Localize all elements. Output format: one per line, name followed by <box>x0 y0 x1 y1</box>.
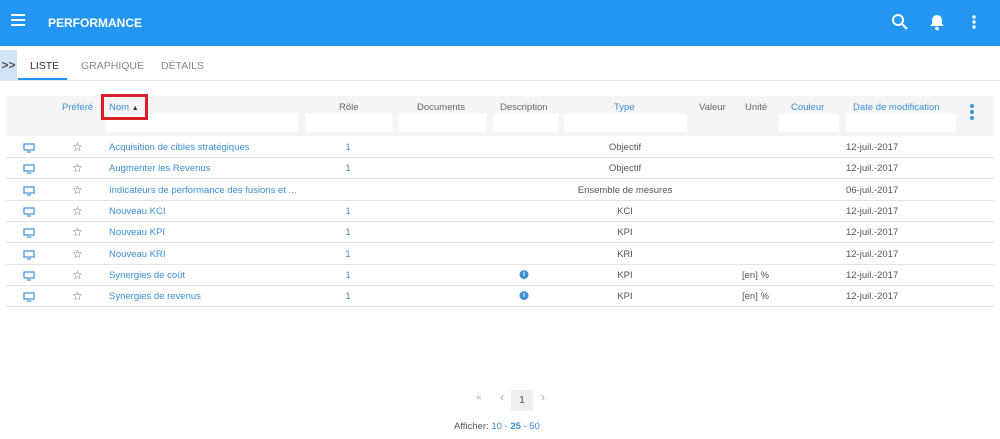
row-role[interactable]: 1 <box>345 142 350 153</box>
info-icon[interactable]: i <box>519 291 529 301</box>
row-type: KPI <box>617 227 633 239</box>
table-row[interactable]: ☆ Augmenter les Revenus 1 Objectif 12-ju… <box>6 158 994 180</box>
row-name-link[interactable]: Nouveau KPI <box>109 227 165 238</box>
filter-couleur-input[interactable] <box>779 114 839 132</box>
tab-liste[interactable]: LISTE <box>30 60 59 72</box>
filter-description-input[interactable] <box>493 114 558 132</box>
row-type: Objectif <box>608 163 642 175</box>
row-name-link[interactable]: Augmenter les Revenus <box>109 163 210 174</box>
highlight-box <box>101 94 148 120</box>
row-type: KCI <box>617 205 633 217</box>
filter-type-input[interactable] <box>564 114 687 132</box>
next-page-button[interactable]: › <box>541 390 545 404</box>
filter-documents-input[interactable] <box>399 114 486 132</box>
row-name-link[interactable]: Synergies de coût <box>109 270 185 281</box>
page-size-25[interactable]: 25 <box>510 421 521 432</box>
table-row[interactable]: ☆ Nouveau KPI 1 KPI 12-juil.-2017 <box>6 222 994 244</box>
filter-date-input[interactable] <box>846 114 956 132</box>
prev-page-button[interactable]: ‹ <box>500 390 504 404</box>
row-role[interactable]: 1 <box>345 227 350 238</box>
page-size-10[interactable]: 10 <box>491 421 502 432</box>
row-name-link[interactable]: Indicateurs de performance des fusions e… <box>109 185 296 196</box>
row-date: 12-juil.-2017 <box>846 142 899 153</box>
star-icon[interactable]: ☆ <box>72 247 83 261</box>
row-type: KRI <box>617 248 633 260</box>
row-date: 12-juil.-2017 <box>846 163 899 175</box>
info-icon[interactable]: i <box>519 269 529 279</box>
row-role[interactable]: 1 <box>345 270 350 281</box>
tab-details[interactable]: DÉTAILS <box>161 60 204 72</box>
table-row[interactable]: ☆ Indicateurs de performance des fusions… <box>6 180 994 201</box>
monitor-icon[interactable] <box>23 164 35 174</box>
star-icon[interactable]: ☆ <box>72 140 83 154</box>
bell-icon[interactable] <box>928 13 946 31</box>
star-icon[interactable]: ☆ <box>72 204 83 218</box>
page-size-50[interactable]: 50 <box>529 421 540 432</box>
row-name-link[interactable]: Acquisition de cibles stratégiques <box>109 142 249 153</box>
col-prefere[interactable]: Préféré <box>62 102 93 113</box>
expand-panel-button[interactable]: >> <box>0 50 17 80</box>
app-header: PERFORMANCE <box>0 0 1000 46</box>
star-icon[interactable]: ☆ <box>72 161 83 175</box>
menu-icon[interactable] <box>11 14 25 26</box>
star-icon[interactable]: ☆ <box>72 289 83 303</box>
row-role[interactable]: 1 <box>345 163 350 174</box>
row-type: Objectif <box>608 142 642 153</box>
page-size-selector: Afficher: 10 - 25 - 50 <box>454 421 540 432</box>
star-icon[interactable]: ☆ <box>72 183 83 197</box>
row-name-link[interactable]: Synergies de revenus <box>109 291 201 302</box>
row-date: 12-juil.-2017 <box>846 291 899 303</box>
col-valeur: Valeur <box>699 102 726 113</box>
column-options-icon[interactable] <box>968 103 976 121</box>
table-row[interactable]: ☆ Synergies de coût 1 i KPI [en] % 12-ju… <box>6 265 994 286</box>
row-type: KPI <box>617 269 633 281</box>
monitor-icon[interactable] <box>23 228 35 238</box>
tab-graphique[interactable]: GRAPHIQUE <box>81 60 144 72</box>
col-type[interactable]: Type <box>614 102 635 113</box>
row-date: 06-juil.-2017 <box>846 184 899 196</box>
first-page-button[interactable]: « <box>476 392 482 403</box>
row-role[interactable]: 1 <box>345 206 350 217</box>
row-type: Ensemble de mesures <box>577 184 673 196</box>
row-name-link[interactable]: Nouveau KCI <box>109 206 166 217</box>
monitor-icon[interactable] <box>23 271 35 281</box>
tab-bar: >> LISTE GRAPHIQUE DÉTAILS <box>0 50 1000 81</box>
col-date[interactable]: Date de modification <box>853 102 940 113</box>
col-role: Rôle <box>339 102 359 113</box>
monitor-icon[interactable] <box>23 207 35 217</box>
row-type: KPI <box>617 291 633 303</box>
star-icon[interactable]: ☆ <box>72 225 83 239</box>
row-date: 12-juil.-2017 <box>846 269 899 281</box>
show-label: Afficher: <box>454 421 489 432</box>
row-date: 12-juil.-2017 <box>846 205 899 217</box>
star-icon[interactable]: ☆ <box>72 268 83 282</box>
page-title: PERFORMANCE <box>48 16 143 30</box>
table-row[interactable]: ☆ Synergies de revenus 1 i KPI [en] % 12… <box>6 286 994 308</box>
monitor-icon[interactable] <box>23 185 35 196</box>
row-role[interactable]: 1 <box>345 291 350 302</box>
row-role[interactable]: 1 <box>345 249 350 260</box>
page-1-button[interactable]: 1 <box>511 390 533 411</box>
table-header: Préféré Nom ▲ Rôle Documents Description… <box>6 96 994 136</box>
col-documents: Documents <box>417 102 466 113</box>
col-description: Description <box>500 102 548 113</box>
table-row[interactable]: ☆ Acquisition de cibles stratégiques 1 O… <box>6 137 994 158</box>
table-row[interactable]: ☆ Nouveau KCI 1 KCI 12-juil.-2017 <box>6 201 994 222</box>
active-tab-indicator <box>18 78 67 80</box>
monitor-icon[interactable] <box>23 249 35 260</box>
search-icon[interactable] <box>891 13 909 31</box>
monitor-icon[interactable] <box>23 292 35 302</box>
row-date: 12-juil.-2017 <box>846 227 899 239</box>
row-unit: [en] % <box>742 269 769 281</box>
row-unit: [en] % <box>742 291 769 303</box>
col-couleur[interactable]: Couleur <box>791 102 824 113</box>
more-vert-icon[interactable] <box>965 13 983 31</box>
monitor-icon[interactable] <box>23 143 35 153</box>
row-name-link[interactable]: Nouveau KRI <box>109 249 166 260</box>
filter-role-input[interactable] <box>306 114 392 132</box>
row-date: 12-juil.-2017 <box>846 248 899 260</box>
table-row[interactable]: ☆ Nouveau KRI 1 KRI 12-juil.-2017 <box>6 244 994 265</box>
col-unite: Unité <box>745 102 768 113</box>
